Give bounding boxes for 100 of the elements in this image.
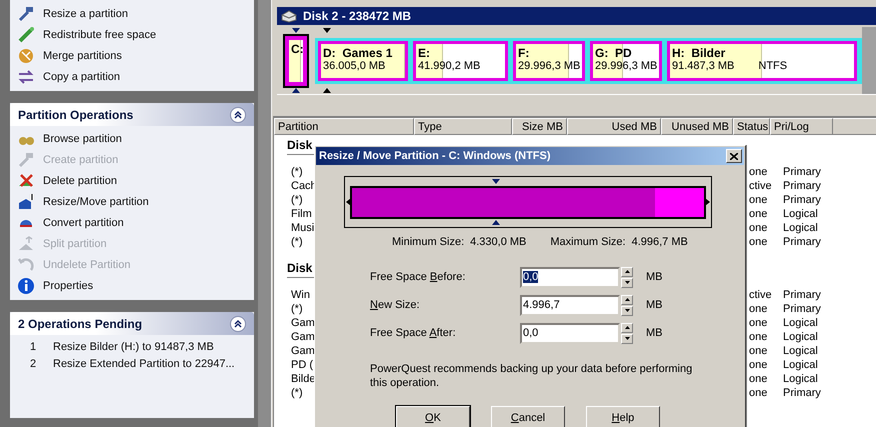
cross-icon bbox=[19, 173, 34, 187]
column-header[interactable]: Pri/Log bbox=[770, 118, 833, 135]
partition-size: 91.487,3 MB bbox=[672, 60, 734, 72]
marker-icon[interactable] bbox=[323, 88, 331, 93]
scrollbar[interactable] bbox=[862, 27, 876, 94]
task-item[interactable]: Resize/Move partition bbox=[10, 191, 254, 212]
task-item[interactable]: Browse partition bbox=[10, 128, 254, 149]
table-cell: Gam bbox=[291, 317, 315, 329]
table-cell-text: Film bbox=[291, 208, 313, 220]
input-field[interactable]: 0,0 bbox=[520, 266, 620, 288]
pending-operation: Resize Extended Partition to 22947... bbox=[53, 358, 235, 370]
task-item[interactable]: Properties bbox=[10, 275, 254, 296]
file-system: NTFS bbox=[758, 60, 788, 72]
partition-name: D: Games 1 bbox=[323, 46, 392, 60]
table-cell: Logical bbox=[783, 345, 818, 357]
task-item[interactable]: Merge partitions bbox=[10, 45, 254, 66]
table-cell-text: (*) bbox=[291, 236, 304, 248]
field-label: Free Space Before: bbox=[370, 271, 466, 283]
marker-icon[interactable] bbox=[292, 88, 300, 93]
table-cell: Logical bbox=[783, 359, 818, 371]
unit-label: MB bbox=[646, 271, 662, 283]
marker-icon[interactable] bbox=[292, 28, 300, 33]
circle-icon bbox=[19, 48, 33, 62]
partition-bar[interactable] bbox=[350, 186, 706, 218]
table-cell: Primary bbox=[783, 180, 821, 192]
task-item[interactable]: Convert partition bbox=[10, 212, 254, 233]
disk-group-title: Disk bbox=[287, 261, 312, 275]
table-cell: Logical bbox=[783, 222, 818, 234]
spin-up-button[interactable] bbox=[621, 294, 633, 304]
close-button[interactable] bbox=[726, 149, 742, 163]
table-cell: Primary bbox=[783, 387, 821, 399]
partition-letter: C: bbox=[291, 42, 304, 56]
primary-partition[interactable]: C: bbox=[285, 36, 307, 86]
collapse-icon[interactable] bbox=[230, 316, 246, 332]
size-label: Minimum Size: bbox=[392, 236, 464, 248]
input-field[interactable]: 0,0 bbox=[520, 322, 620, 344]
task-item[interactable]: Copy a partition bbox=[10, 66, 254, 87]
dialog-button[interactable]: Help bbox=[586, 406, 660, 427]
dialog-button[interactable]: OK bbox=[396, 406, 470, 427]
spin-up-button[interactable] bbox=[621, 266, 633, 276]
logical-partition[interactable]: E: 41.990,2 MB bbox=[413, 40, 508, 80]
table-cell-text: one bbox=[749, 236, 768, 248]
logical-partition[interactable]: D: Games 1 36.005,0 MB bbox=[318, 40, 408, 80]
table-cell-text: (*) bbox=[291, 387, 304, 399]
unit-label: MB bbox=[646, 327, 662, 339]
spin-down-button[interactable] bbox=[621, 306, 633, 316]
dialog-title: Resize / Move Partition - C: Windows (NTFS) bbox=[319, 150, 551, 162]
column-header[interactable]: Status bbox=[733, 118, 770, 135]
table-cell: Bilde bbox=[291, 373, 315, 385]
spin-up-button[interactable] bbox=[621, 322, 633, 332]
backup-message: PowerQuest recommends backing up your data before performing this operation. bbox=[370, 362, 694, 390]
partition-size: 29.996,3 MB bbox=[595, 60, 658, 72]
logical-partition[interactable]: H: Bilder 91.487,3 MB NTFS bbox=[667, 40, 857, 80]
disk-title: Disk 2 - 238472 MB bbox=[303, 9, 412, 23]
table-cell-text: one bbox=[749, 345, 768, 357]
column-header[interactable]: Partition bbox=[274, 118, 414, 135]
dialog-button[interactable]: Cancel bbox=[491, 406, 565, 427]
partition-size: 29.996,3 MB bbox=[518, 60, 580, 72]
task-item[interactable]: Delete partition bbox=[10, 170, 254, 191]
column-header[interactable]: Unused MB bbox=[661, 118, 733, 135]
marker-icon[interactable] bbox=[323, 28, 331, 33]
task-item[interactable]: Resize a partition bbox=[10, 3, 254, 24]
close-icon bbox=[730, 152, 738, 160]
table-cell: Primary bbox=[783, 166, 821, 178]
table-cell-text: one bbox=[749, 387, 768, 399]
undo-icon bbox=[18, 257, 34, 271]
table-cell-text: one bbox=[749, 166, 768, 178]
up-arrow-icon bbox=[624, 326, 630, 329]
splitter[interactable] bbox=[258, 0, 272, 427]
spin-down-button[interactable] bbox=[621, 334, 633, 344]
column-header[interactable]: Type bbox=[414, 118, 512, 135]
hammer-icon bbox=[18, 6, 33, 21]
table-cell-text: one bbox=[749, 317, 768, 329]
down-arrow-icon bbox=[624, 309, 630, 312]
field-label: Free Space After: bbox=[370, 327, 457, 339]
spin-down-button[interactable] bbox=[621, 278, 633, 288]
column-header[interactable]: Size MB bbox=[512, 118, 567, 135]
panel-title: 2 Operations Pending bbox=[18, 316, 142, 330]
task-item[interactable]: Redistribute free space bbox=[10, 24, 254, 45]
table-cell-text: one bbox=[749, 222, 768, 234]
up-arrow-icon bbox=[624, 270, 630, 273]
table-cell: Primary bbox=[783, 303, 821, 315]
logical-partition[interactable]: G: PD 29.996,3 MB bbox=[590, 40, 662, 80]
input-field[interactable]: 4.996,7 bbox=[520, 294, 620, 316]
disk-group-title: Disk bbox=[287, 138, 312, 152]
hammer-icon bbox=[18, 152, 33, 167]
table-cell: Primary bbox=[783, 289, 821, 301]
logical-partition[interactable]: F: 29.996,3 MB bbox=[513, 40, 585, 80]
up-arrow-icon bbox=[624, 298, 630, 301]
table-cell: Gam bbox=[291, 331, 315, 343]
table-cell-text: one bbox=[749, 208, 768, 220]
pending-operation: Resize Bilder (H:) to 91487,3 MB bbox=[53, 340, 214, 352]
table-cell: Gam bbox=[291, 345, 315, 357]
table-cell: Primary bbox=[783, 236, 821, 248]
table-cell: Musi bbox=[291, 222, 315, 234]
partition-size: 36.005,0 MB bbox=[323, 60, 386, 72]
table-cell-text: one bbox=[749, 359, 768, 371]
table-cell-text: ctive bbox=[749, 180, 773, 192]
collapse-icon[interactable] bbox=[230, 106, 246, 122]
column-header[interactable]: Used MB bbox=[567, 118, 661, 135]
